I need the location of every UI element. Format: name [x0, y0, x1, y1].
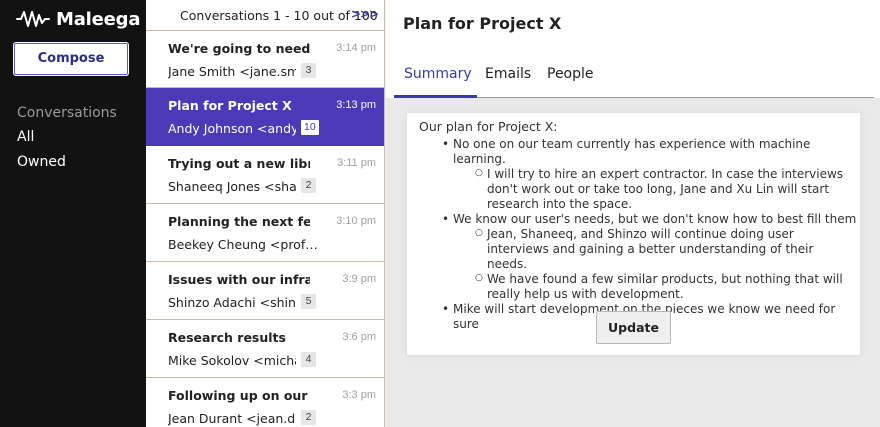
- nav-heading: Conversations: [17, 105, 117, 121]
- sidebar: Maleega Compose Conversations All Owned: [0, 0, 146, 427]
- conversation-time: 3:9 pm: [342, 273, 376, 285]
- active-tab-indicator: [394, 95, 477, 98]
- summary-card: Our plan for Project X: No one on our te…: [407, 113, 860, 355]
- tab-emails[interactable]: Emails: [485, 66, 531, 82]
- conversation-item[interactable]: Trying out a new librar… 3:11 pm Shaneeq…: [146, 146, 384, 204]
- tab-people[interactable]: People: [547, 66, 594, 82]
- conversation-subject: We're going to need to …: [168, 41, 310, 56]
- detail-header: Plan for Project X Summary Emails People: [386, 0, 880, 98]
- conversation-item[interactable]: We're going to need to … 3:14 pm Jane Sm…: [146, 30, 384, 88]
- conversation-time: 3:3 pm: [342, 389, 376, 401]
- conversation-detail: Plan for Project X Summary Emails People…: [386, 0, 880, 427]
- conversation-subject: Following up on our la…: [168, 388, 310, 403]
- plan-item-text: We know our user's needs, but we don't k…: [453, 212, 857, 226]
- conversation-time: 3:13 pm: [336, 99, 376, 111]
- conversation-item[interactable]: Following up on our la… 3:3 pm Jean Dura…: [146, 378, 384, 427]
- conversation-sender: Beekey Cheung <prof…: [168, 237, 318, 252]
- conversation-sender: Jane Smith <jane.sm…: [168, 64, 296, 79]
- compose-button[interactable]: Compose: [14, 43, 128, 75]
- page-title: Plan for Project X: [403, 14, 562, 33]
- conversation-time: 3:14 pm: [336, 42, 376, 54]
- plan-subitem: I will try to hire an expert contractor.…: [453, 166, 857, 212]
- conversation-item[interactable]: Planning the next few … 3:10 pm Beekey C…: [146, 204, 384, 262]
- conversation-time: 3:11 pm: [337, 157, 376, 169]
- conversation-time: 3:6 pm: [342, 331, 376, 343]
- conversation-subject: Planning the next few …: [168, 214, 310, 229]
- nav-item-owned[interactable]: Owned: [17, 154, 66, 170]
- plan-item: We know our user's needs, but we don't k…: [419, 212, 857, 302]
- plan-item: No one on our team currently has experie…: [419, 137, 857, 212]
- brand[interactable]: Maleega: [16, 8, 140, 30]
- tab-summary[interactable]: Summary: [404, 66, 472, 82]
- message-count-badge: 10: [301, 120, 319, 135]
- conversation-item-selected[interactable]: Plan for Project X 3:13 pm Andy Johnson …: [146, 88, 384, 146]
- plan-subitem: Jean, Shaneeq, and Shinzo will continue …: [453, 226, 857, 272]
- plan-subitem: We have found a few similar products, bu…: [453, 271, 857, 302]
- summary-plan: No one on our team currently has experie…: [419, 137, 857, 332]
- conversation-list: Conversations 1 - 10 out of 100 >>> We'r…: [146, 0, 385, 427]
- conversation-time: 3:10 pm: [336, 215, 376, 227]
- conversation-sender: Mike Sokolov <micha…: [168, 353, 296, 368]
- message-count-badge: 5: [301, 294, 316, 309]
- message-count-badge: 2: [301, 410, 316, 425]
- conversation-sender: Shinzo Adachi <shinz…: [168, 295, 296, 310]
- message-count-badge: 3: [301, 63, 316, 78]
- summary-intro: Our plan for Project X:: [419, 119, 558, 134]
- pagination-label: Conversations 1 - 10 out of 100: [180, 7, 378, 23]
- conversation-item[interactable]: Research results 3:6 pm Mike Sokolov <mi…: [146, 320, 384, 378]
- tab-bar: Summary Emails People: [394, 56, 874, 98]
- update-button[interactable]: Update: [596, 311, 671, 344]
- conversation-sender: Jean Durant <jean.d…: [168, 411, 296, 426]
- waveform-icon: [16, 11, 50, 27]
- conversation-subject: Issues with our infrast…: [168, 272, 310, 287]
- message-count-badge: 2: [301, 178, 316, 193]
- conversation-sender: Shaneeq Jones <sha…: [168, 179, 296, 194]
- conversation-item[interactable]: Issues with our infrast… 3:9 pm Shinzo A…: [146, 262, 384, 320]
- message-count-badge: 4: [301, 352, 316, 367]
- conversation-subject: Research results: [168, 330, 286, 345]
- nav-item-all[interactable]: All: [17, 129, 34, 145]
- conversation-subject: Trying out a new librar…: [168, 156, 310, 171]
- plan-item-text: No one on our team currently has experie…: [453, 137, 811, 166]
- list-header: Conversations 1 - 10 out of 100 >>>: [146, 0, 384, 30]
- conversation-sender: Andy Johnson <andy…: [168, 121, 296, 136]
- next-page-button[interactable]: >>>: [351, 7, 379, 21]
- app-name: Maleega: [56, 8, 141, 30]
- conversation-subject: Plan for Project X: [168, 98, 292, 113]
